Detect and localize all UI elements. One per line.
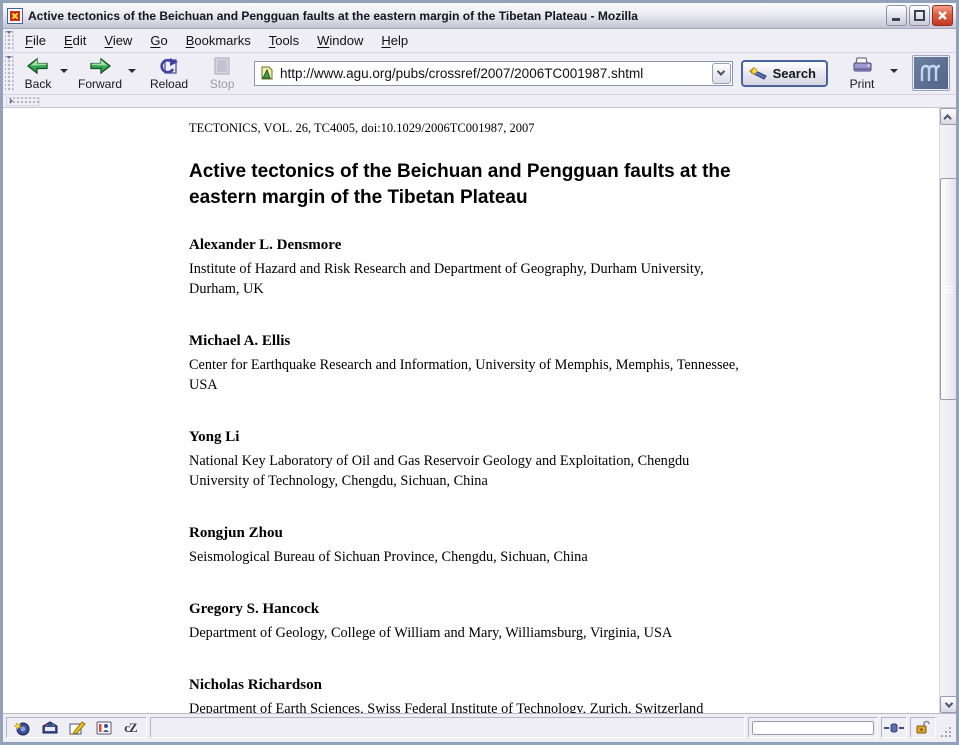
- chevron-down-icon: [717, 67, 725, 75]
- print-button[interactable]: Print: [840, 54, 884, 92]
- toolbar-grippy[interactable]: [5, 55, 14, 91]
- author-affiliation: Center for Earthquake Research and Infor…: [189, 355, 745, 395]
- plug-icon: [884, 722, 904, 734]
- menu-window[interactable]: Window: [308, 29, 372, 52]
- author-name: Yong Li: [189, 429, 956, 446]
- author-name: Michael A. Ellis: [189, 333, 956, 350]
- reload-icon: [157, 56, 181, 76]
- close-icon: [937, 10, 948, 21]
- author-name: Gregory S. Hancock: [189, 601, 956, 618]
- online-status[interactable]: [881, 717, 907, 738]
- status-bar: cZ: [3, 714, 956, 742]
- personal-toolbar-grippy[interactable]: [6, 97, 40, 106]
- forward-arrow-icon: [88, 56, 112, 76]
- composer-icon[interactable]: [67, 719, 86, 736]
- menu-file[interactable]: File: [16, 29, 55, 52]
- author-affiliation: Department of Geology, College of Willia…: [189, 623, 745, 643]
- status-text: [150, 717, 745, 738]
- mozilla-throbber[interactable]: [912, 55, 950, 91]
- chevron-up-icon: [943, 114, 951, 122]
- url-input[interactable]: [280, 62, 711, 85]
- article-title: Active tectonics of the Beichuan and Pen…: [189, 159, 759, 211]
- menu-view[interactable]: View: [95, 29, 141, 52]
- mail-icon[interactable]: [40, 719, 59, 736]
- scroll-up-button[interactable]: [940, 108, 956, 125]
- back-button[interactable]: Back: [16, 54, 60, 92]
- browser-viewport: TECTONICS, VOL. 26, TC4005, doi:10.1029/…: [3, 108, 956, 714]
- search-button[interactable]: Search: [741, 60, 828, 87]
- author-block: Gregory S. Hancock Department of Geology…: [189, 601, 956, 643]
- author-affiliation: Institute of Hazard and Risk Research an…: [189, 259, 745, 299]
- back-arrow-icon: [26, 56, 50, 76]
- flashlight-icon: [749, 66, 769, 81]
- minimize-icon: [891, 10, 902, 21]
- author-name: Rongjun Zhou: [189, 525, 956, 542]
- back-dropdown-arrow[interactable]: [60, 69, 68, 77]
- menubar-grippy[interactable]: [5, 30, 14, 51]
- author-affiliation: National Key Laboratory of Oil and Gas R…: [189, 451, 745, 491]
- author-block: Yong Li National Key Laboratory of Oil a…: [189, 429, 956, 491]
- menu-bookmarks[interactable]: Bookmarks: [177, 29, 260, 52]
- component-bar: cZ: [6, 717, 147, 738]
- progress-meter: [748, 717, 878, 738]
- progress-bar: [752, 721, 874, 735]
- chatzilla-icon[interactable]: cZ: [121, 719, 140, 736]
- personal-toolbar-collapsed: [3, 95, 956, 108]
- mozilla-app-icon[interactable]: [7, 8, 23, 24]
- print-dropdown-arrow[interactable]: [890, 69, 898, 77]
- author-name: Alexander L. Densmore: [189, 237, 956, 254]
- author-block: Alexander L. Densmore Institute of Hazar…: [189, 237, 956, 299]
- navigation-toolbar: Back Forward Reload Stop: [3, 53, 956, 95]
- stop-icon: [210, 56, 234, 76]
- author-block: Nicholas Richardson Department of Earth …: [189, 677, 956, 714]
- scrollbar-grip: [945, 284, 953, 295]
- menu-bar: File Edit View Go Bookmarks Tools Window…: [3, 29, 956, 53]
- journal-citation-line: TECTONICS, VOL. 26, TC4005, doi:10.1029/…: [189, 121, 956, 136]
- printer-icon: [850, 56, 874, 76]
- unlock-icon: [915, 720, 931, 735]
- navigator-icon[interactable]: [13, 719, 32, 736]
- resize-grip[interactable]: [939, 719, 953, 739]
- forward-dropdown-arrow[interactable]: [128, 69, 136, 77]
- menu-tools[interactable]: Tools: [260, 29, 308, 52]
- author-block: Michael A. Ellis Center for Earthquake R…: [189, 333, 956, 395]
- forward-button[interactable]: Forward: [72, 54, 128, 92]
- maximize-icon: [914, 10, 925, 21]
- maximize-button[interactable]: [909, 5, 930, 26]
- author-affiliation: Seismological Bureau of Sichuan Province…: [189, 547, 745, 567]
- address-book-icon[interactable]: [94, 719, 113, 736]
- vertical-scrollbar[interactable]: [939, 108, 956, 713]
- chevron-down-icon: [944, 699, 952, 707]
- title-bar: Active tectonics of the Beichuan and Pen…: [3, 3, 956, 29]
- scroll-down-button[interactable]: [940, 696, 956, 713]
- menu-go[interactable]: Go: [141, 29, 176, 52]
- scrollbar-thumb[interactable]: [940, 178, 956, 400]
- url-bar: [254, 61, 733, 86]
- author-name: Nicholas Richardson: [189, 677, 956, 694]
- author-affiliation: Department of Earth Sciences, Swiss Fede…: [189, 699, 801, 714]
- close-button[interactable]: [932, 5, 953, 26]
- window-title: Active tectonics of the Beichuan and Pen…: [28, 9, 884, 23]
- browser-window: Active tectonics of the Beichuan and Pen…: [0, 0, 959, 745]
- reload-button[interactable]: Reload: [144, 54, 194, 92]
- mozilla-m-logo-icon: [918, 61, 944, 85]
- bookmark-page-icon: [259, 65, 275, 81]
- author-block: Rongjun Zhou Seismological Bureau of Sic…: [189, 525, 956, 567]
- menu-help[interactable]: Help: [372, 29, 417, 52]
- url-dropdown-button[interactable]: [712, 63, 731, 84]
- minimize-button[interactable]: [886, 5, 907, 26]
- article-page: TECTONICS, VOL. 26, TC4005, doi:10.1029/…: [3, 108, 956, 714]
- security-status[interactable]: [910, 717, 936, 738]
- stop-button: Stop: [200, 54, 244, 92]
- menu-edit[interactable]: Edit: [55, 29, 95, 52]
